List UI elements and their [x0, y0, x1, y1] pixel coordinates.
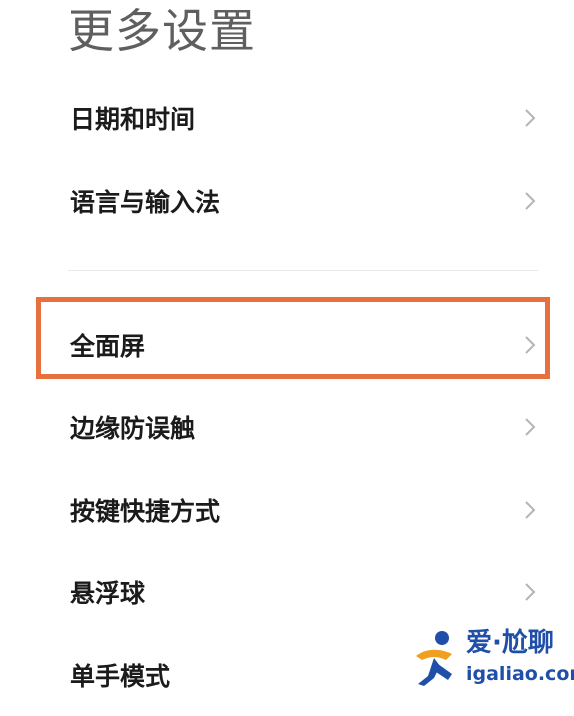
- chevron-right-icon: [521, 334, 539, 356]
- chevron-right-icon: [521, 499, 539, 521]
- settings-item-fullscreen[interactable]: 全面屏: [0, 304, 574, 386]
- settings-item-button-shortcuts[interactable]: 按键快捷方式: [0, 469, 574, 551]
- watermark: 爱·尬聊 igaliao.com: [408, 624, 574, 696]
- watermark-title: 爱·尬聊: [466, 628, 554, 658]
- settings-item-label: 悬浮球: [70, 579, 146, 608]
- settings-item-label: 日期和时间: [70, 105, 196, 134]
- settings-item-label: 全面屏: [70, 332, 146, 361]
- settings-item-label: 按键快捷方式: [70, 497, 221, 526]
- settings-item-edge-touch[interactable]: 边缘防误触: [0, 386, 574, 468]
- settings-item-date-time[interactable]: 日期和时间: [0, 77, 574, 159]
- chevron-right-icon: [521, 416, 539, 438]
- section-divider: [68, 270, 538, 271]
- chevron-right-icon: [521, 581, 539, 603]
- settings-item-label: 边缘防误触: [70, 414, 196, 443]
- settings-item-label: 语言与输入法: [70, 188, 221, 217]
- settings-item-floating-ball[interactable]: 悬浮球: [0, 551, 574, 633]
- page-title: 更多设置: [68, 4, 256, 58]
- runner-logo-icon: [408, 628, 464, 688]
- chevron-right-icon: [521, 107, 539, 129]
- chevron-right-icon: [521, 190, 539, 212]
- watermark-url: igaliao.com: [466, 663, 574, 685]
- settings-item-language-input[interactable]: 语言与输入法: [0, 160, 574, 242]
- settings-item-label: 单手模式: [70, 662, 171, 691]
